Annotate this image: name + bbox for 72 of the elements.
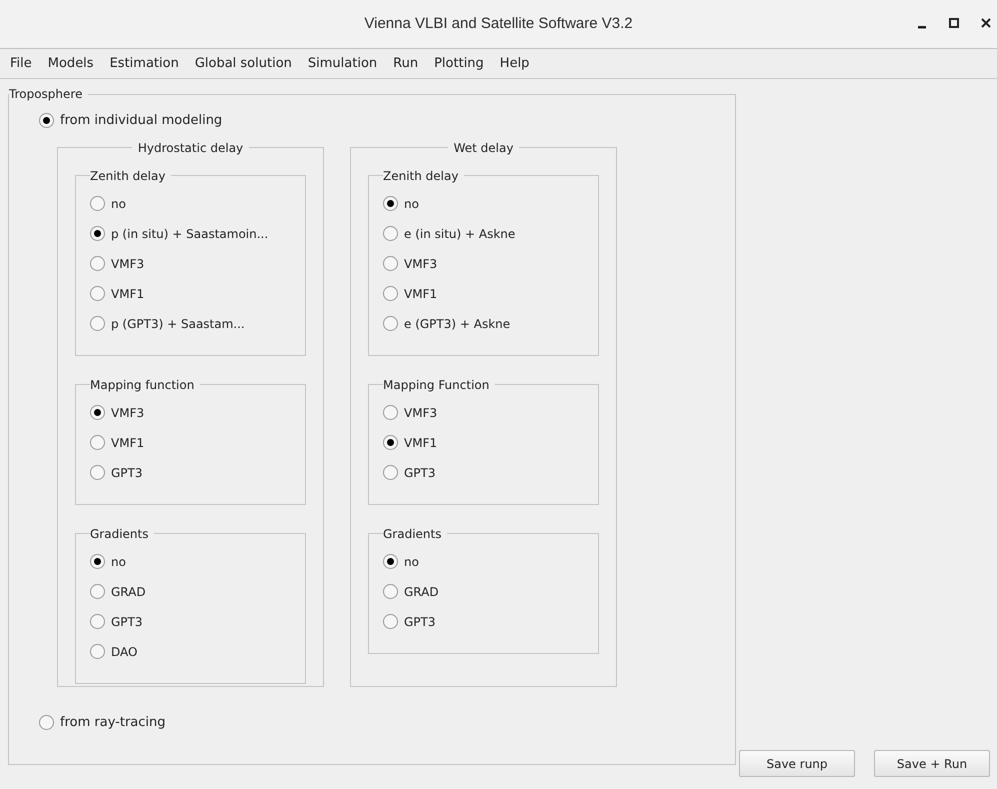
radio-option[interactable]: VMF3	[383, 254, 438, 272]
menu-item[interactable]: Run	[385, 54, 426, 74]
radio-button[interactable]	[383, 286, 398, 301]
action-button[interactable]: Save runp	[739, 750, 855, 777]
group-title: Gradients	[383, 526, 442, 542]
radio-button[interactable]	[383, 196, 398, 211]
radio-button[interactable]	[90, 584, 105, 599]
group-title: Gradients	[90, 526, 150, 542]
close-icon[interactable]	[981, 18, 991, 28]
radio-option[interactable]: from individual modeling	[39, 111, 222, 130]
radio-button[interactable]	[90, 465, 105, 480]
radio-option[interactable]: GRAD	[90, 582, 146, 600]
radio-option[interactable]: e (in situ) + Askne	[383, 224, 516, 242]
radio-button[interactable]	[90, 644, 105, 659]
maximize-icon[interactable]	[949, 18, 959, 28]
radio-option[interactable]: no	[90, 194, 126, 212]
radio-option[interactable]: from ray-tracing	[39, 712, 166, 732]
group-title: Mapping Function	[383, 376, 490, 394]
radio-button[interactable]	[383, 256, 398, 271]
group-title: Mapping function	[90, 376, 196, 394]
window-title: Vienna VLBI and Satellite Software V3.2	[364, 14, 633, 34]
group-title: Zenith delay	[383, 168, 460, 184]
radio-option[interactable]: GPT3	[383, 464, 436, 482]
radio-button[interactable]	[90, 316, 105, 331]
radio-option[interactable]: GPT3	[383, 612, 436, 630]
radio-button[interactable]	[383, 465, 398, 480]
radio-button[interactable]	[383, 405, 398, 420]
radio-button[interactable]	[383, 614, 398, 629]
radio-option[interactable]: no	[90, 552, 126, 570]
radio-button[interactable]	[383, 554, 398, 569]
menu-item[interactable]: Simulation	[300, 54, 386, 74]
radio-button[interactable]	[90, 286, 105, 301]
radio-option[interactable]: DAO	[90, 642, 138, 660]
menu-item[interactable]: File	[2, 54, 40, 74]
radio-option[interactable]: VMF1	[383, 434, 438, 452]
radio-button[interactable]	[90, 226, 105, 241]
radio-option[interactable]: VMF3	[90, 254, 144, 272]
group-title: Zenith delay	[90, 168, 166, 184]
radio-option[interactable]: VMF3	[90, 404, 144, 422]
radio-button[interactable]	[90, 614, 105, 629]
radio-option[interactable]: GPT3	[90, 464, 142, 482]
radio-option[interactable]: VMF1	[90, 434, 144, 452]
radio-option[interactable]: VMF1	[90, 284, 144, 302]
radio-option[interactable]: no	[383, 194, 419, 212]
radio-option[interactable]: p (in situ) + Saastamoin...	[90, 224, 268, 242]
group-title: Troposphere	[9, 86, 84, 103]
action-button[interactable]: Save + Run	[874, 750, 990, 777]
radio-option[interactable]: VMF3	[383, 404, 438, 422]
radio-button[interactable]	[90, 405, 105, 420]
menu-item[interactable]: Models	[40, 54, 102, 74]
radio-option[interactable]: p (GPT3) + Saastam...	[90, 314, 245, 332]
radio-button[interactable]	[90, 554, 105, 569]
radio-option[interactable]: no	[383, 552, 419, 570]
radio-button[interactable]	[39, 714, 54, 730]
panel-title: Hydrostatic delay	[136, 140, 244, 156]
radio-option[interactable]: e (GPT3) + Askne	[383, 314, 510, 332]
menu-item[interactable]: Global solution	[186, 54, 300, 74]
radio-button[interactable]	[383, 226, 398, 241]
radio-button[interactable]	[383, 584, 398, 599]
menu-item[interactable]: Help	[492, 54, 538, 74]
menu-item[interactable]: Estimation	[102, 54, 187, 74]
radio-button[interactable]	[39, 113, 54, 128]
radio-button[interactable]	[90, 196, 105, 211]
menu-item[interactable]: Plotting	[426, 54, 492, 74]
radio-option[interactable]: GPT3	[90, 612, 142, 630]
radio-button[interactable]	[383, 316, 398, 331]
radio-option[interactable]: GRAD	[383, 582, 439, 600]
radio-option[interactable]: VMF1	[383, 284, 438, 302]
radio-button[interactable]	[90, 435, 105, 450]
radio-button[interactable]	[383, 435, 398, 450]
panel-title: Wet delay	[452, 140, 514, 156]
radio-button[interactable]	[90, 256, 105, 271]
